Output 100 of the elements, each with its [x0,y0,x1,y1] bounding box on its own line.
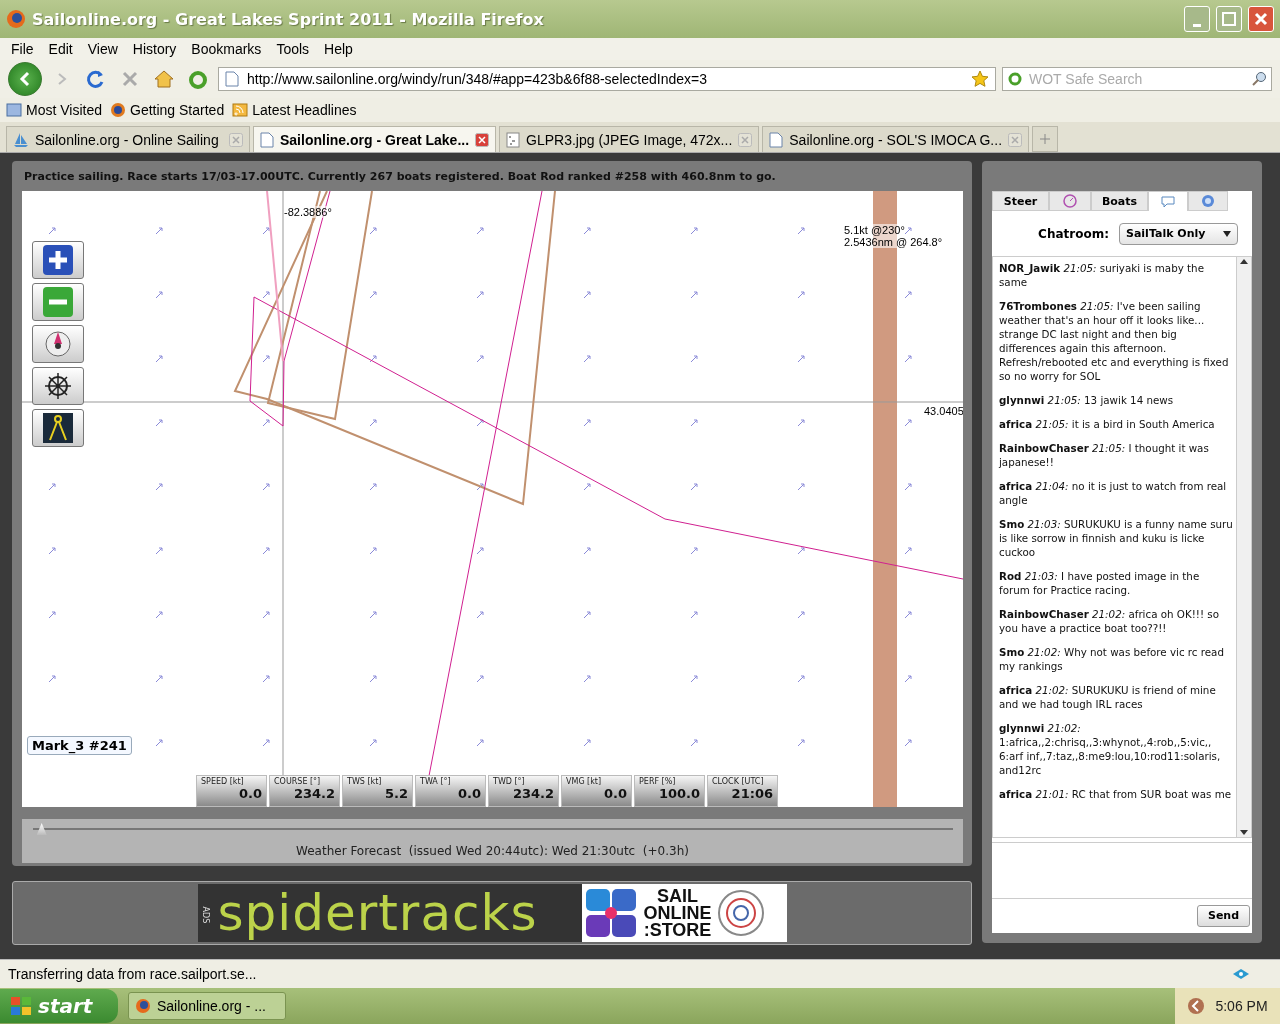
slider-thumb[interactable] [36,823,47,835]
clock: 5:06 PM [1215,998,1268,1014]
chat-message: NOR_Jawik 21:05: suriyaki is maby the same [999,261,1205,290]
message-input[interactable] [992,841,1252,899]
search-icon[interactable] [1251,71,1267,87]
menu-item[interactable]: View [80,41,126,57]
chevron-icon[interactable] [1187,997,1206,1015]
menu-item[interactable]: File [4,41,42,57]
instrument-value: 5.2 [383,786,408,801]
panel-tab[interactable] [1188,191,1228,211]
back-button[interactable] [8,62,42,96]
chat-message: RainbowChaser 21:05: I thought it was japanese!! [999,441,1210,470]
compass-icon [43,329,73,359]
instrument-value: 234.2 [292,786,335,801]
dividers-icon [43,413,73,443]
browser-tab[interactable]: Sailonline.org - SOL'S IMOCA G... [762,126,1030,152]
chat-message: africa 21:02: SURUKUKU is friend of mine and we had tough IRL races [999,683,1217,712]
instrument-label: TWD [°] [493,777,526,786]
chatroom-label: Chatroom: [1038,226,1109,241]
minus-icon [43,287,73,317]
compass-button[interactable] [32,325,84,363]
scrollbar[interactable] [1236,257,1251,837]
instrument-label: COURSE [°] [274,777,322,786]
panel-tab[interactable] [1148,191,1188,211]
instrument-value: 234.2 [511,786,554,801]
latitude-label: 43.0405 [924,405,963,417]
minimize-icon [1193,23,1201,27]
minimize-button[interactable] [1184,6,1210,32]
page-icon [260,131,274,148]
instrument-value: 0.0 [237,786,262,801]
panel-tab[interactable]: Boats [1091,191,1148,211]
helm-wheel-button[interactable] [32,367,84,405]
bookmark-link[interactable]: Most Visited [6,102,102,118]
plus-icon [43,245,73,275]
taskbar-window-button[interactable]: Sailonline.org - ... [128,992,286,1020]
instrument-label: VMG [kt] [566,777,603,786]
home-icon [154,70,174,88]
instrument-label: TWS [kt] [347,777,383,786]
close-icon[interactable] [475,132,490,147]
close-icon [1254,12,1268,26]
menu-item[interactable]: Help [317,41,361,57]
help-icon [1201,194,1215,208]
zoom-out-button[interactable] [32,283,84,321]
maximize-button[interactable] [1216,6,1242,32]
instrument-label: SPEED [kt] [201,777,245,786]
menu-item[interactable]: Edit [41,41,81,57]
chart-map[interactable]: -82.3886° 5.1kt @230° 2.5436nm @ 264.8° 43.0405 Mark_3 #241 SPEED [kt] 0.0 COURSE [°] 234.2 TWS [kt] 5.2 TWA [°] 0.0 TWD [°] 234.2 VMG [kt] 0.0 PERF [%] 100.0 CLOCK [UTC] 21:06 [22,191,963,807]
race-info-text: Practice sailing. Race starts 17/03-17.00UTC. Currently 267 boats registered. Boat Rod ranked #258 with 460.8nm to go. [23,168,777,185]
browser-tab[interactable]: GLPR3.jpg (JPEG Image, 472x... [499,126,760,152]
star-icon[interactable] [971,70,989,88]
instrument-label: TWA [°] [420,777,452,786]
sailboat-icon [13,131,29,148]
send-button[interactable]: Send [1197,905,1250,927]
chat-message: Smo 21:02: Why not was before vic rc read my rankings [999,645,1225,674]
bookmark-link[interactable]: Getting Started [110,102,225,118]
globe-icon [110,102,126,118]
instrument-value: 0.0 [602,786,627,801]
firefox-icon [6,9,26,29]
dividers-button[interactable] [32,409,84,447]
chat-message: africa 21:04: no it is just to watch from real angle [999,479,1228,508]
close-button[interactable] [1248,6,1274,32]
chat-message: RainbowChaser 21:02: africa oh OK!!! so you have a practice boat too??!! [999,607,1220,636]
zoom-in-button[interactable] [32,241,84,279]
caret-icon [1223,230,1231,237]
wind-label: 5.1kt @230° [844,224,905,236]
wot-icon [188,69,208,89]
panel-tab[interactable] [1049,191,1091,211]
store-banner[interactable]: SAIL ONLINE :STORE [581,884,787,942]
browser-tab[interactable]: Sailonline.org - Great Lake... [253,126,497,152]
chat-message: Rod 21:03: I have posted image in the forum for Practice racing. [999,569,1201,598]
search-box[interactable]: WOT Safe Search [1002,67,1272,91]
banner-brand: spidertracks [217,888,538,938]
chat-message: glynnwi 21:02: 1:africa,,2:chrisq,,3:whynot,,4:rob,,5:vic,, 6:arf inf,,7:taz,,8:me9:lou,10:rod11:solaris, and12rc [999,721,1222,778]
forecast-text: Weather Forecast (issued Wed 20:44utc): Wed 21:30utc (+0.3h) [296,844,689,858]
page-icon [769,131,784,148]
page-icon [225,71,239,87]
longitude-label: -82.3886° [284,206,332,218]
address-bar[interactable]: http://www.sailonline.org/windy/run/348/#app=423b&6f88-selectedIndex=3 [218,67,996,91]
chatroom-dropdown[interactable]: SailTalk Only [1119,222,1238,245]
chat-message: africa 21:05: it is a bird in South America [999,417,1216,432]
windows-logo-icon [10,996,32,1016]
menu-item[interactable]: Bookmarks [184,41,270,57]
rss-icon [232,103,249,117]
panel-tab[interactable]: Steer [992,191,1049,211]
image-icon [506,131,521,148]
browser-tab[interactable]: Sailonline.org - Online Sailing [6,126,250,152]
bookmark-link[interactable]: Latest Headlines [232,102,357,118]
spidertracks-banner[interactable]: ADS spidertracks [197,884,582,942]
chat-message: Smo 21:03: SURUKUKU is a funny name suru is like sorrow in finnish and kuku is licke cuckoo [999,517,1233,560]
distance-label: 2.5436nm @ 264.8° [844,236,943,248]
start-button[interactable]: start [0,989,118,1023]
instrument-value: 0.0 [456,786,481,801]
menu-item[interactable]: History [125,41,185,57]
status-text: Transferring data from race.sailport.se... [8,966,257,982]
chat-message: africa 21:01: RC that from SUR boat was me [999,787,1233,802]
helm-wheel-icon [43,371,73,401]
new-tab-button[interactable] [1032,126,1059,152]
menu-item[interactable]: Tools [269,41,318,57]
instrument-label: CLOCK [UTC] [712,777,765,786]
address-field[interactable]: http://www.sailonline.org/windy/run/348/#app=423b&6f88-selectedIndex=3 [245,70,965,88]
